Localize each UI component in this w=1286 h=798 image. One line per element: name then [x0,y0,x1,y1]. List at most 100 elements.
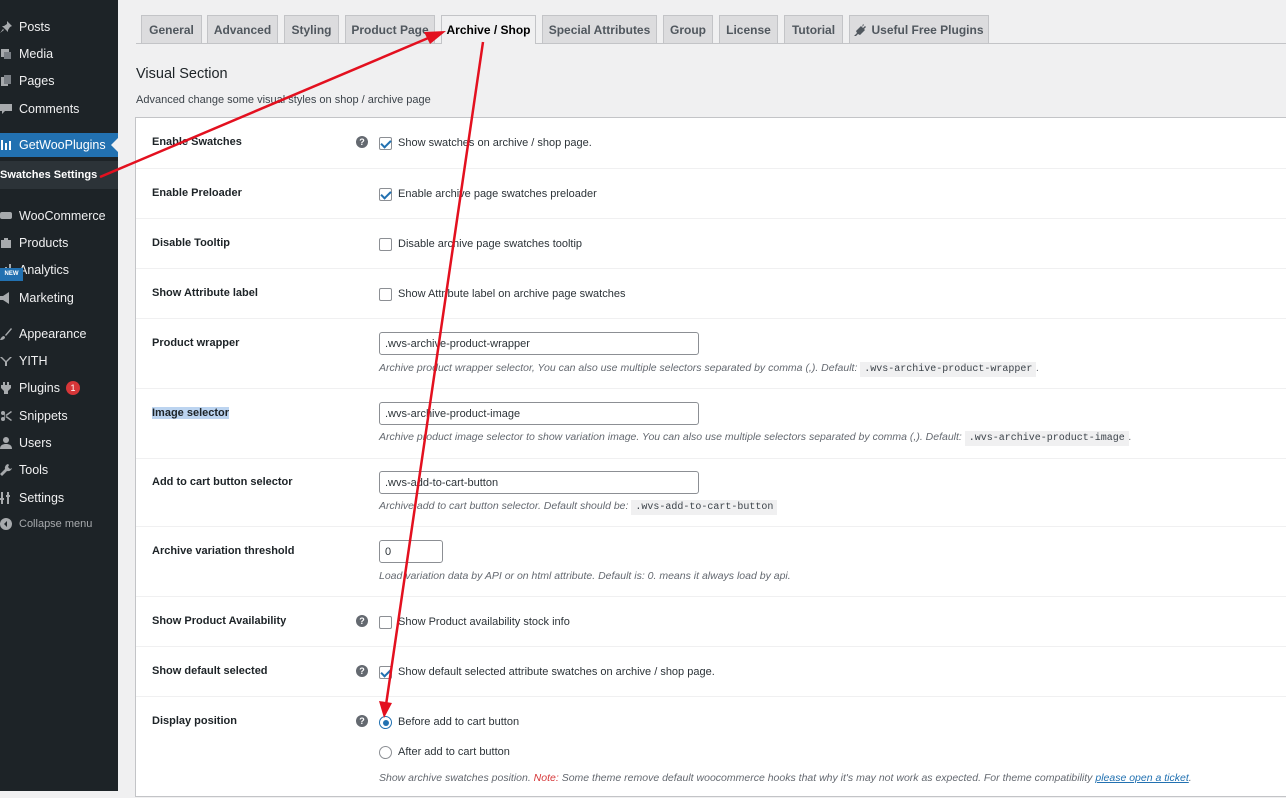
field-description: Archive product wrapper selector, You ca… [379,362,1040,377]
show-default-selected-checkbox[interactable] [379,666,392,679]
checkbox-label[interactable]: Disable archive page swatches tooltip [398,238,582,250]
menu-item-comments[interactable]: Comments [0,97,118,121]
help-icon[interactable]: ? [356,615,368,627]
tab-special-attributes[interactable]: Special Attributes [542,15,657,43]
menu-item-label: WooCommerce [19,209,106,223]
row-label: Show Attribute label [152,287,258,299]
tab-archive-shop[interactable]: Archive / Shop [441,15,536,44]
default-code: .wvs-archive-product-image [964,431,1129,446]
tab-group[interactable]: Group [663,15,713,43]
show-availability-checkbox[interactable] [379,616,392,629]
image-selector-input[interactable] [379,402,699,425]
field-description: Show archive swatches position. Note: So… [379,772,1192,784]
enable-swatches-checkbox[interactable] [379,137,392,150]
menu-item-users[interactable]: Users [0,431,118,455]
after-add-to-cart-radio[interactable] [379,746,392,759]
tab-advanced[interactable]: Advanced [207,15,278,43]
menu-item-pages[interactable]: Pages [0,69,118,93]
note-text: Some theme remove default woocommerce ho… [561,772,1093,784]
menu-item-plugins[interactable]: Plugins 1 [0,376,118,400]
menu-item-label: Plugins [19,381,60,395]
default-code: .wvs-add-to-cart-button [631,500,778,515]
menu-item-label: Settings [19,491,65,505]
tab-general[interactable]: General [141,15,202,43]
description-text: Show archive swatches position. [379,772,531,784]
description-end: . [1128,431,1132,443]
tab-label: Special Attributes [548,22,651,37]
tab-label: General [149,22,194,37]
menu-item-settings[interactable]: Settings [0,486,118,510]
menu-item-label: Collapse menu [19,518,93,530]
checkbox-label[interactable]: Enable archive page swatches preloader [398,188,597,200]
settings-icon [0,492,12,504]
help-icon[interactable]: ? [356,715,368,727]
menu-item-products[interactable]: Products [0,231,118,255]
row-product-wrapper: Product wrapper Archive product wrapper … [136,318,1286,388]
row-image-selector: Image selector Archive product image sel… [136,388,1286,458]
radio-label[interactable]: After add to cart button [398,746,510,758]
checkbox-label[interactable]: Show Product availability stock info [398,616,570,628]
row-display-position: Display position ? Before add to cart bu… [136,696,1286,798]
radio-label[interactable]: Before add to cart button [398,716,519,728]
add-to-cart-selector-input[interactable] [379,471,699,494]
menu-item-posts[interactable]: Posts [0,15,118,39]
checkbox-label[interactable]: Show default selected attribute swatches… [398,666,715,678]
disable-tooltip-checkbox[interactable] [379,238,392,251]
open-ticket-link[interactable]: please open a ticket [1095,772,1188,784]
product-wrapper-input[interactable] [379,332,699,355]
row-label: Show default selected [152,665,268,677]
menu-item-snippets[interactable]: Snippets [0,404,118,428]
field-description: Archive product image selector to show v… [379,431,1132,446]
row-add-to-cart-selector: Add to cart button selector Archive add … [136,458,1286,526]
description-text: Archive product image selector to show v… [379,431,962,443]
media-icon [0,48,12,60]
description-end: . [1036,362,1040,374]
checkbox-label[interactable]: Show Attribute label on archive page swa… [398,288,625,300]
scissors-icon [0,410,12,422]
menu-item-marketing[interactable]: Marketing [0,286,118,310]
menu-item-media[interactable]: Media [0,42,118,66]
row-label: Product wrapper [152,337,240,349]
plug-icon [854,23,867,36]
tab-label: Archive / Shop [446,23,531,37]
description-text: Archive product wrapper selector, You ca… [379,362,858,374]
section-description: Advanced change some visual styles on sh… [136,94,431,106]
enable-preloader-checkbox[interactable] [379,188,392,201]
show-attribute-label-checkbox[interactable] [379,288,392,301]
update-count-badge: 1 [66,381,80,395]
tab-product-page[interactable]: Product Page [345,15,435,43]
brush-icon [0,328,12,340]
tab-label: Group [670,22,706,37]
menu-item-yith[interactable]: YITH [0,349,118,373]
menu-item-woocommerce[interactable]: WooCommerce [0,204,118,228]
plugins-icon [0,382,12,394]
tab-license[interactable]: License [719,15,778,43]
collapse-menu-button[interactable]: Collapse menu [0,512,118,536]
menu-item-appearance[interactable]: Appearance [0,322,118,346]
comment-icon [0,103,12,115]
menu-item-getwooplugins[interactable]: GetWooPlugins [0,133,118,157]
tab-styling[interactable]: Styling [284,15,339,43]
help-icon[interactable]: ? [356,136,368,148]
menu-item-label: Marketing [19,291,74,305]
tab-divider [136,43,1286,44]
submenu-item-swatches-settings[interactable]: Swatches Settings [0,161,118,189]
checkbox-label[interactable]: Show swatches on archive / shop page. [398,137,592,149]
description-text: Archive add to cart button selector. Def… [379,500,629,512]
menu-item-label: GetWooPlugins [19,138,106,152]
row-label: Display position [152,715,237,727]
help-icon[interactable]: ? [356,665,368,677]
variation-threshold-input[interactable] [379,540,443,563]
row-enable-swatches: Enable Swatches ? Show swatches on archi… [136,118,1286,168]
row-label: Add to cart button selector [152,476,293,488]
row-disable-tooltip: Disable Tooltip Disable archive page swa… [136,218,1286,268]
tab-tutorial[interactable]: Tutorial [784,15,843,43]
menu-item-label: Analytics [19,263,70,277]
menu-item-tools[interactable]: Tools [0,458,118,482]
row-label: Enable Swatches [152,136,242,148]
row-label: Enable Preloader [152,187,242,199]
pages-icon [0,75,12,87]
before-add-to-cart-radio[interactable] [379,716,392,729]
tab-useful-free-plugins[interactable]: Useful Free Plugins [849,15,989,43]
menu-item-label: Users [19,436,52,450]
